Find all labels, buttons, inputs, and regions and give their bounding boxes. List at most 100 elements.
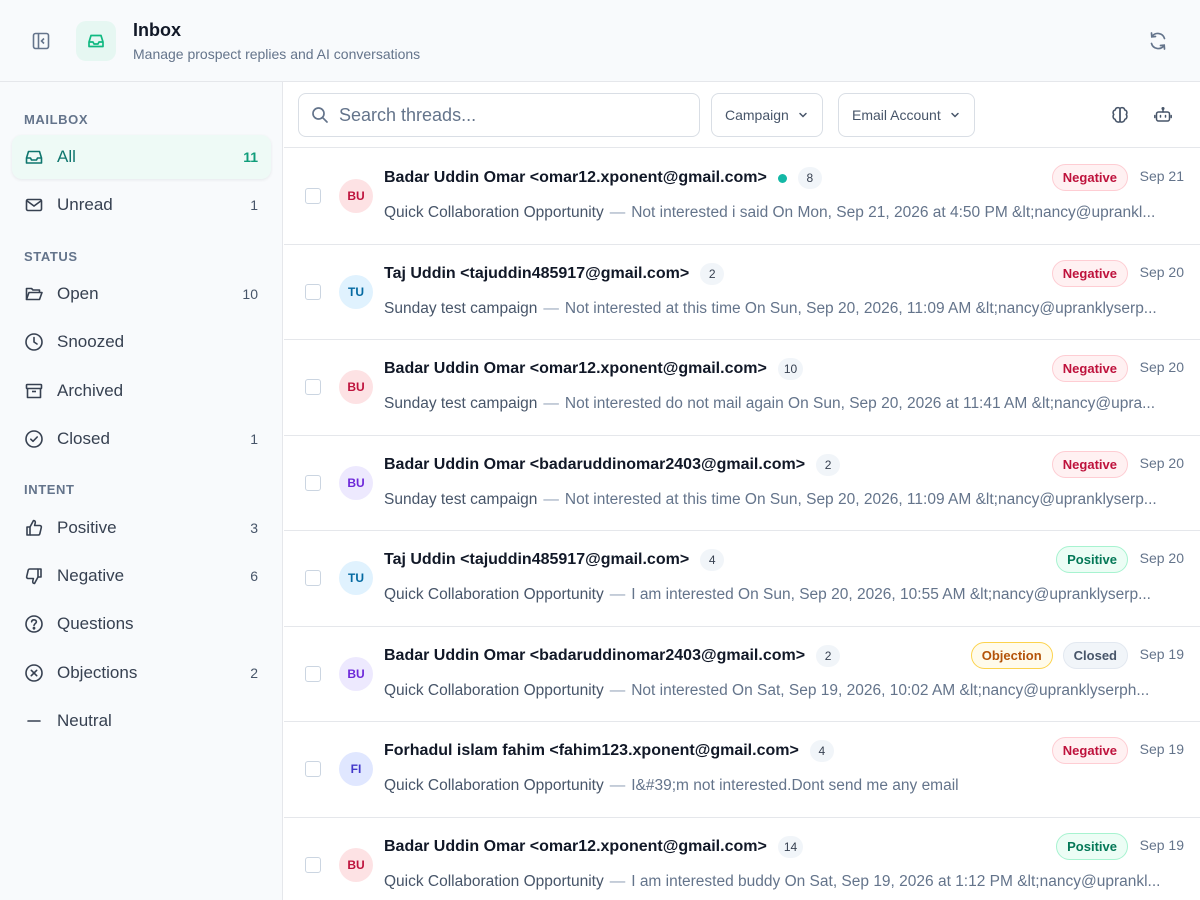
thread-sender-line: Taj Uddin <tajuddin485917@gmail.com> 4 [384, 549, 725, 571]
thread-campaign: Sunday test campaign [384, 490, 538, 508]
sidebar-item-label: Archived [57, 381, 124, 400]
avatar: BU [339, 179, 373, 213]
thread-sender: Badar Uddin Omar <omar12.xponent@gmail.c… [384, 360, 767, 377]
x-circle-icon [25, 664, 43, 682]
thread-row[interactable]: TU Taj Uddin <tajuddin485917@gmail.com> 2 S… [284, 244, 1200, 340]
thread-preview: Sunday test campaign — Not interested at t… [384, 491, 1184, 509]
sidebar-item-label: Negative [57, 566, 125, 585]
robot-icon[interactable] [1152, 104, 1174, 126]
thread-checkbox[interactable] [305, 856, 321, 873]
sidebar-item-objections[interactable]: Objections 2 [12, 651, 271, 695]
status-badge: Negative [1051, 737, 1128, 764]
thread-tags: Negative [1051, 450, 1128, 478]
thread-row[interactable]: TU Taj Uddin <tajuddin485917@gmail.com> 4 Q… [284, 531, 1200, 627]
thread-snippet: I am interested buddy On Sat, Sep 19, 20… [631, 872, 1161, 890]
search-box[interactable] [298, 93, 700, 137]
sidebar-item-count: 2 [250, 665, 258, 681]
message-count-badge: 2 [816, 644, 841, 667]
sidebar: MAILBOX All 11 Unread 1 STATUS Open 10 S… [0, 82, 283, 900]
separator-dash: — [543, 490, 559, 508]
thread-row[interactable]: FI Forhadul islam fahim <fahim123.xponent… [284, 722, 1200, 818]
avatar: BU [339, 656, 373, 691]
sidebar-item-open[interactable]: Open 10 [12, 272, 271, 316]
thread-preview: Quick Collaboration Opportunity — I&#39;m … [384, 777, 1184, 795]
message-count-badge: 8 [797, 167, 822, 189]
sidebar-item-all[interactable]: All 11 [12, 135, 271, 179]
thread-tags: Negative [1051, 164, 1128, 191]
email-account-dropdown-label: Email Account [852, 107, 941, 123]
thread-sender: Taj Uddin <tajuddin485917@gmail.com> [384, 264, 690, 282]
thread-checkbox[interactable] [305, 283, 321, 300]
thread-snippet: Not interested at this time On Sun, Sep … [564, 490, 1157, 508]
sidebar-item-neutral[interactable]: Neutral [12, 699, 271, 743]
top-bar: Inbox Manage prospect replies and AI con… [0, 0, 1200, 82]
brain-icon[interactable] [1109, 104, 1131, 126]
thread-checkbox[interactable] [305, 570, 321, 586]
thread-campaign: Sunday test campaign [384, 299, 538, 317]
sidebar-collapse-icon[interactable] [31, 31, 51, 51]
thread-sender-line: Forhadul islam fahim <fahim123.xponent@g… [384, 740, 834, 762]
sidebar-item-label: Snoozed [57, 332, 125, 351]
thread-tags: Negative [1051, 259, 1128, 287]
thread-row[interactable]: BU Badar Uddin Omar <omar12.xponent@gmail… [284, 817, 1200, 900]
status-badge: Closed [1062, 641, 1128, 669]
sidebar-item-count: 10 [242, 286, 258, 302]
thread-campaign: Quick Collaboration Opportunity [384, 777, 604, 794]
thread-row[interactable]: BU Badar Uddin Omar <badaruddinomar2403@g… [284, 626, 1200, 722]
page-subtitle: Manage prospect replies and AI conversat… [133, 46, 421, 62]
unread-indicator [777, 173, 787, 183]
sidebar-item-archived[interactable]: Archived [12, 369, 271, 413]
thread-checkbox[interactable] [305, 379, 321, 395]
inbox-icon [25, 150, 43, 164]
thread-date: Sep 19 [1139, 836, 1184, 853]
avatar: TU [339, 561, 373, 595]
thread-snippet: Not interested do not mail again On Sun,… [564, 395, 1156, 412]
thumbs-up-icon [26, 519, 43, 536]
inbox-tray-icon [76, 21, 116, 61]
thread-snippet: Not interested at this time On Sun, Sep … [564, 299, 1157, 317]
thread-row[interactable]: BU Badar Uddin Omar <omar12.xponent@gmail… [284, 149, 1200, 245]
avatar: FI [339, 752, 373, 786]
thread-checkbox[interactable] [305, 474, 321, 491]
sidebar-item-label: All [57, 147, 76, 166]
thread-snippet: I&#39;m not interested.Dont send me any … [631, 777, 959, 794]
thread-row[interactable]: BU Badar Uddin Omar <omar12.xponent@gmail… [284, 340, 1200, 436]
sidebar-item-positive[interactable]: Positive 3 [12, 506, 271, 550]
avatar: TU [339, 274, 373, 309]
thread-tags: Negative [1051, 737, 1128, 764]
thread-toolbar: Campaign Email Account [284, 82, 1200, 148]
thread-checkbox[interactable] [305, 188, 321, 204]
thread-date: Sep 19 [1139, 645, 1184, 662]
thread-sender-line: Badar Uddin Omar <omar12.xponent@gmail.c… [384, 167, 822, 189]
thread-preview: Quick Collaboration Opportunity — I am int… [384, 586, 1184, 604]
message-count-badge: 4 [700, 549, 725, 571]
email-account-dropdown[interactable]: Email Account [838, 93, 975, 137]
thread-sender: Badar Uddin Omar <omar12.xponent@gmail.c… [384, 169, 767, 186]
sidebar-item-unread[interactable]: Unread 1 [12, 183, 271, 227]
thread-checkbox[interactable] [305, 665, 321, 682]
envelope-icon [25, 198, 43, 212]
campaign-dropdown[interactable]: Campaign [711, 93, 823, 137]
thread-checkbox[interactable] [305, 761, 321, 777]
sidebar-item-closed[interactable]: Closed 1 [12, 417, 271, 461]
sidebar-item-label: Open [57, 284, 99, 303]
sidebar-item-snoozed[interactable]: Snoozed [12, 320, 271, 364]
status-badge: Positive [1056, 832, 1128, 860]
refresh-icon[interactable] [1146, 29, 1170, 53]
thread-row[interactable]: BU Badar Uddin Omar <badaruddinomar2403@g… [284, 435, 1200, 531]
sidebar-item-label: Neutral [57, 711, 112, 730]
check-circle-icon [25, 430, 43, 448]
clock-icon [25, 333, 43, 351]
search-input[interactable] [339, 104, 679, 126]
status-badge: Objection [970, 641, 1053, 669]
section-label-mailbox: MAILBOX [24, 112, 89, 127]
message-count-badge: 4 [809, 740, 834, 762]
archive-icon [25, 383, 43, 399]
folder-open-icon [25, 287, 43, 301]
sidebar-item-questions[interactable]: Questions [12, 602, 271, 646]
sidebar-item-negative[interactable]: Negative 6 [12, 554, 271, 598]
separator-dash: — [609, 777, 626, 794]
section-label-intent: INTENT [24, 482, 75, 497]
chevron-down-icon [950, 112, 959, 118]
thread-preview: Quick Collaboration Opportunity — Not inte… [384, 682, 1184, 700]
